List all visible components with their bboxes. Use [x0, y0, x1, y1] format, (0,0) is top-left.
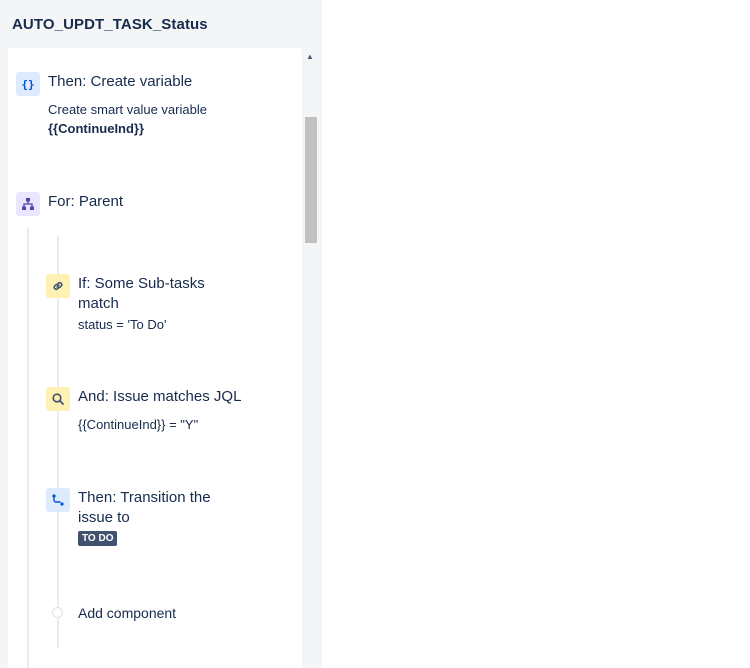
scroll-up-arrow-icon[interactable]: ▲	[304, 49, 316, 63]
component-title: And: Issue matches JQL	[78, 388, 242, 405]
component-detail: {{ContinueInd}} = "Y"	[78, 417, 199, 432]
rule-rail-outer	[27, 228, 29, 668]
component-title-line1: Then: Transition the	[78, 489, 211, 506]
component-title: Then: Create variable	[48, 73, 193, 90]
add-component-label: Add component	[78, 605, 177, 621]
component-detail: Create smart value variable	[48, 102, 207, 117]
component-title-line2: match	[78, 295, 119, 312]
braces-icon: {}	[16, 72, 40, 96]
component-detail: status = 'To Do'	[78, 317, 167, 332]
rule-component-list	[8, 48, 302, 668]
transition-icon	[46, 488, 70, 512]
variable-name: {{ContinueInd}}	[48, 121, 145, 136]
link-icon	[46, 274, 70, 298]
search-icon	[46, 387, 70, 411]
add-circle-icon	[52, 607, 63, 618]
rule-sidebar-panel: AUTO_UPDT_TASK_Status {} Then: Create va…	[0, 0, 322, 668]
component-title-line2: issue to	[78, 509, 130, 526]
status-lozenge: TO DO	[78, 531, 118, 546]
hierarchy-icon	[16, 192, 40, 216]
rule-title: AUTO_UPDT_TASK_Status	[12, 16, 208, 33]
scrollbar-thumb[interactable]	[305, 117, 317, 243]
component-title: For: Parent	[48, 193, 124, 210]
component-title-line1: If: Some Sub-tasks	[78, 275, 205, 292]
